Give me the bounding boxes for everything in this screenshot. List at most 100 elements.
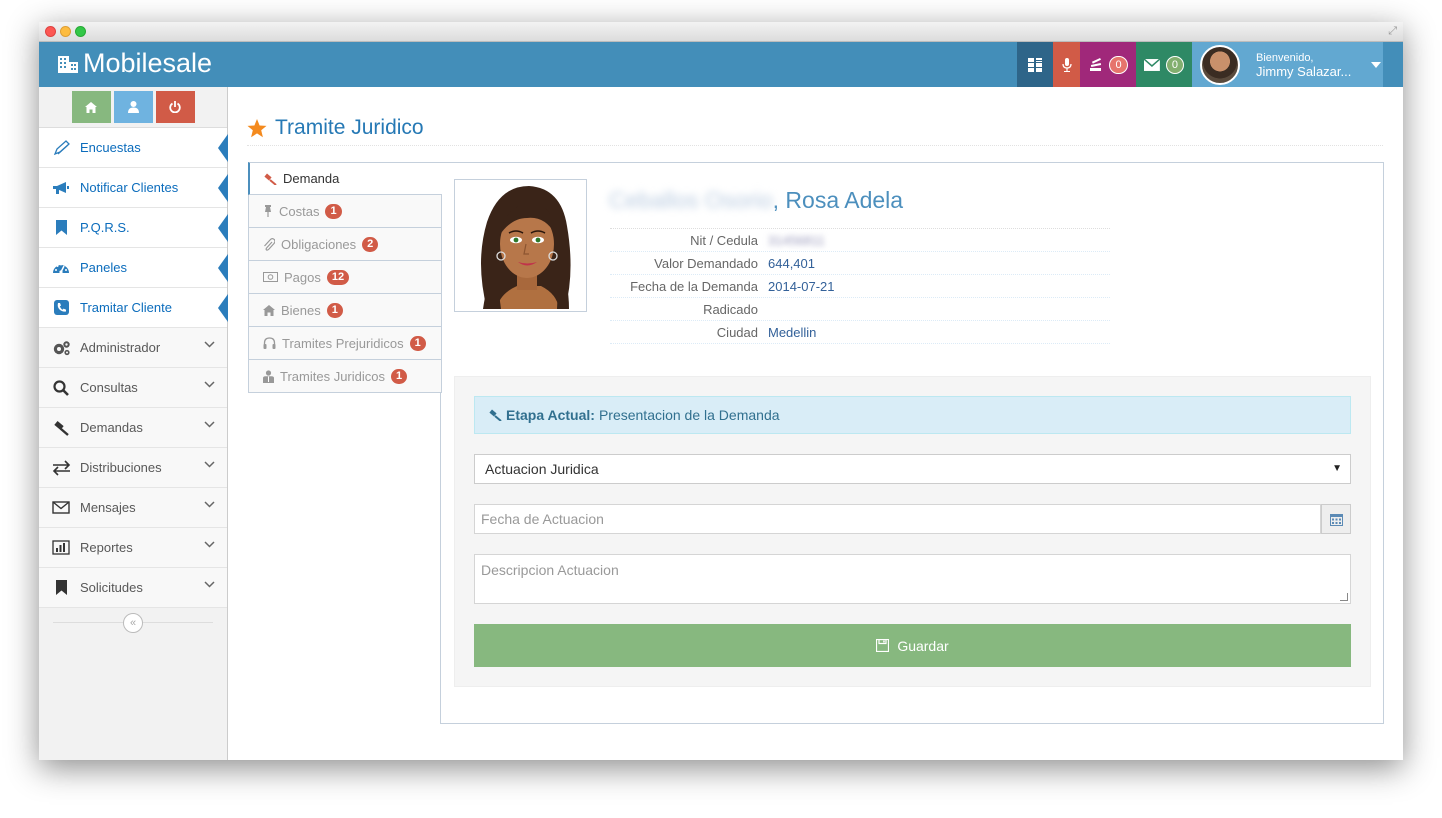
maximize-window-button[interactable]: [75, 26, 86, 37]
sidebar-item-consultas[interactable]: Consultas: [39, 368, 227, 408]
select-value: Actuacion Juridica: [485, 461, 599, 477]
user-suit-icon: [263, 369, 274, 383]
tab-badge: 2: [362, 236, 379, 252]
paperclip-icon: [264, 237, 275, 251]
envelope-icon: [51, 499, 71, 517]
browser-window: ⤢ Mobilesale 0 0 Bienvenido, Jimmy Salaz…: [39, 22, 1403, 760]
sidebar-item-label: Distribuciones: [80, 460, 162, 475]
tab-pagos[interactable]: Pagos 12: [248, 261, 442, 294]
sidebar-item-mensajes[interactable]: Mensajes: [39, 488, 227, 528]
sidebar-item-encuestas[interactable]: Encuestas: [39, 128, 228, 168]
stage-label: Etapa Actual:: [506, 407, 595, 423]
save-label: Guardar: [897, 637, 949, 654]
messages-button[interactable]: 0: [1136, 42, 1192, 87]
caret-down-icon: [1371, 61, 1382, 68]
star-icon: [247, 118, 267, 137]
tab-tramites-prejuridicos[interactable]: Tramites Prejuridicos 1: [248, 327, 442, 360]
tab-badge: 1: [325, 203, 342, 219]
sidebar-item-label: Notificar Clientes: [80, 180, 179, 195]
descripcion-actuacion-textarea[interactable]: Descripcion Actuacion: [474, 554, 1351, 604]
detail-row: Valor Demandado 644,401: [610, 252, 1110, 275]
tab-label: Pagos: [284, 269, 321, 285]
notifications-badge: 0: [1109, 55, 1128, 74]
detail-row: Ciudad Medellin: [610, 321, 1110, 344]
navbar-actions: 0 0 Bienvenido, Jimmy Salazar...: [1017, 42, 1383, 87]
detail-row: Fecha de la Demanda 2014-07-21: [610, 275, 1110, 298]
exchange-icon: [51, 459, 71, 477]
bookmark-icon: [51, 219, 71, 237]
actuacion-select[interactable]: Actuacion Juridica ▼: [474, 454, 1351, 484]
sidebar-item-paneles[interactable]: Paneles: [39, 248, 228, 288]
detail-row: Radicado: [610, 298, 1110, 321]
notifications-button[interactable]: 0: [1080, 42, 1136, 87]
tab-tramites-juridicos[interactable]: Tramites Juridicos 1: [248, 360, 442, 393]
fecha-actuacion-input[interactable]: Fecha de Actuacion: [474, 504, 1321, 534]
tab-demanda[interactable]: Demanda: [248, 162, 442, 195]
detail-row: Nit / Cedula 31456811: [610, 229, 1110, 252]
brand-logo[interactable]: Mobilesale: [57, 48, 212, 79]
microphone-button[interactable]: [1053, 42, 1080, 87]
sidebar-item-label: Solicitudes: [80, 580, 143, 595]
chevron-down-icon: [204, 421, 215, 428]
user-info: Bienvenido, Jimmy Salazar...: [1256, 51, 1351, 79]
client-name: Ceballos Osorio, Rosa Adela: [609, 187, 903, 214]
chevron-down-icon: [204, 541, 215, 548]
sidebar-item-label: Paneles: [80, 260, 127, 275]
tab-label: Tramites Juridicos: [280, 368, 385, 384]
guardar-button[interactable]: Guardar: [474, 624, 1351, 667]
minimize-window-button[interactable]: [60, 26, 71, 37]
tab-label: Tramites Prejuridicos: [282, 335, 404, 351]
calendar-button[interactable]: [1321, 504, 1351, 534]
user-icon: [127, 101, 139, 113]
sidebar-item-solicitudes[interactable]: Solicitudes: [39, 568, 227, 608]
gavel-icon: [489, 409, 502, 421]
resize-handle-icon[interactable]: [1340, 593, 1348, 601]
sidebar-item-pqrs[interactable]: P.Q.R.S.: [39, 208, 228, 248]
bar-chart-icon: [51, 539, 71, 557]
detail-label: Ciudad: [716, 324, 758, 340]
sidebar-item-label: Consultas: [80, 380, 138, 395]
user-name: Jimmy Salazar...: [1256, 63, 1352, 79]
home-shortcut-button[interactable]: [71, 91, 111, 123]
woman-avatar-illustration: [457, 182, 584, 309]
sidebar-item-label: P.Q.R.S.: [80, 220, 130, 235]
client-surname: Ceballos Osorio: [609, 187, 773, 213]
search-icon: [51, 379, 71, 397]
cogs-icon: [51, 339, 71, 357]
detail-label: Valor Demandado: [654, 255, 758, 271]
user-menu[interactable]: Bienvenido, Jimmy Salazar...: [1192, 42, 1383, 87]
user-avatar: [1200, 44, 1240, 85]
tab-bienes[interactable]: Bienes 1: [248, 294, 442, 327]
envelope-icon: [1144, 58, 1160, 71]
sidebar-item-reportes[interactable]: Reportes: [39, 528, 227, 568]
sidebar-item-tramitar-cliente[interactable]: Tramitar Cliente: [39, 288, 228, 328]
sidebar-item-label: Reportes: [80, 540, 133, 555]
fullscreen-icon[interactable]: ⤢: [1388, 25, 1397, 38]
sidebar-item-distribuciones[interactable]: Distribuciones: [39, 448, 227, 488]
profile-shortcut-button[interactable]: [113, 91, 153, 123]
tab-obligaciones[interactable]: Obligaciones 2: [248, 228, 442, 261]
detail-label: Nit / Cedula: [690, 232, 758, 248]
caret-down-icon: ▼: [1332, 463, 1342, 474]
sidebar-item-label: Administrador: [80, 340, 161, 355]
tasks-button[interactable]: [1017, 42, 1053, 87]
sidebar-item-notificar-clientes[interactable]: Notificar Clientes: [39, 168, 228, 208]
logout-shortcut-button[interactable]: [155, 91, 195, 123]
close-window-button[interactable]: [45, 26, 56, 37]
detail-label: Radicado: [703, 301, 758, 317]
messages-badge: 0: [1165, 55, 1184, 74]
profile-photo[interactable]: [454, 179, 587, 312]
tab-costas[interactable]: Costas 1: [248, 195, 442, 228]
double-chevron-left-icon[interactable]: «: [123, 613, 143, 633]
sidebar-item-demandas[interactable]: Demandas: [39, 408, 227, 448]
top-navbar: Mobilesale 0 0 Bienvenido, Jimmy Salazar…: [39, 42, 1403, 87]
sidebar-item-administrador[interactable]: Administrador: [39, 328, 227, 368]
gavel-icon: [51, 419, 71, 437]
building-icon: [58, 55, 78, 73]
microphone-icon: [1061, 57, 1072, 72]
bookmark-icon: [51, 579, 71, 597]
chevron-down-icon: [204, 581, 215, 588]
power-icon: [169, 101, 181, 113]
calendar-icon: [1329, 513, 1343, 526]
sidebar-shortcuts: [39, 87, 227, 128]
